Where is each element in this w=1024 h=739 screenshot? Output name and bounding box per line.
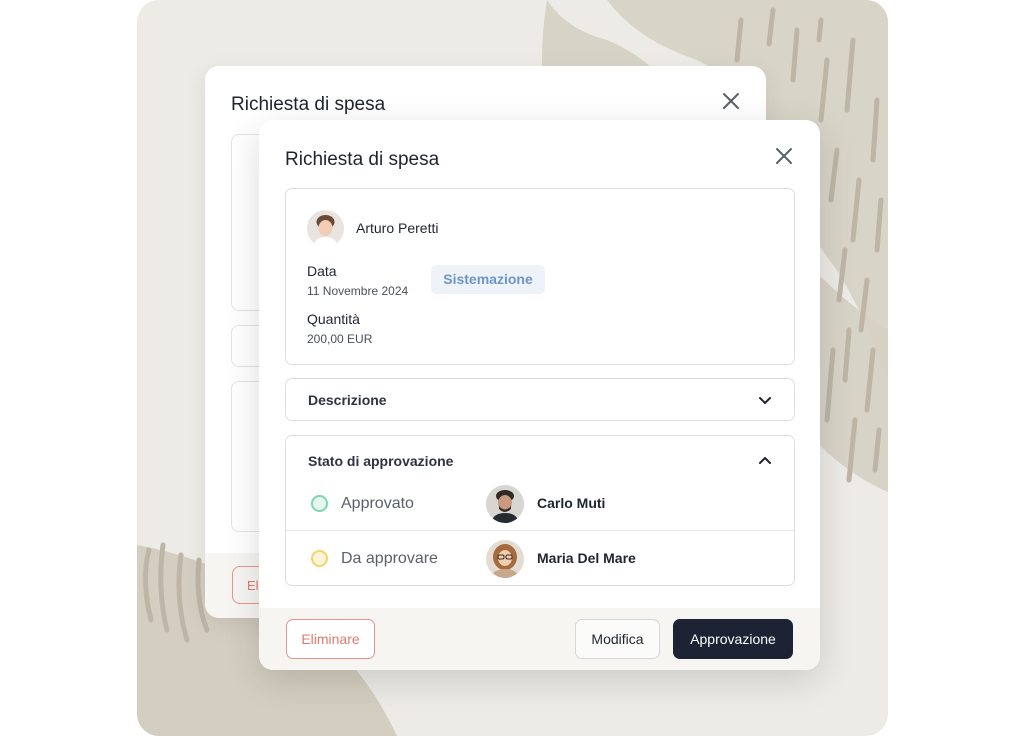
date-value: 11 Novembre 2024: [307, 284, 409, 298]
category-tag: Sistemazione: [431, 265, 545, 294]
close-icon[interactable]: [772, 144, 796, 168]
requester-name: Arturo Peretti: [356, 220, 439, 236]
approval-status-text: Da approvare: [341, 550, 438, 567]
back-modal-title: Richiesta di spesa: [231, 94, 386, 115]
avatar: [486, 540, 524, 578]
description-accordion[interactable]: Descrizione: [285, 378, 795, 421]
date-label: Data: [307, 263, 337, 279]
modal-title: Richiesta di spesa: [285, 149, 440, 170]
expense-request-modal: Richiesta di spesa Arturo Peretti Data 1…: [259, 120, 820, 670]
status-dot-pending: [311, 550, 328, 567]
avatar: [307, 210, 344, 247]
chevron-up-icon[interactable]: [757, 453, 773, 469]
approval-status-text: Approvato: [341, 495, 414, 512]
expense-details-card: Arturo Peretti Data 11 Novembre 2024 Sis…: [285, 188, 795, 365]
quantity-label: Quantità: [307, 311, 360, 327]
status-dot-approved: [311, 495, 328, 512]
approve-button[interactable]: Approvazione: [673, 619, 793, 659]
approver-name: Carlo Muti: [537, 495, 606, 511]
quantity-value: 200,00 EUR: [307, 332, 373, 346]
description-label: Descrizione: [308, 392, 387, 408]
approval-status-card: Stato di approvazione Approvato Carlo Mu…: [285, 435, 795, 586]
avatar: [486, 485, 524, 523]
chevron-down-icon[interactable]: [757, 392, 773, 408]
approver-name: Maria Del Mare: [537, 550, 636, 566]
delete-button[interactable]: Eliminare: [286, 619, 375, 659]
approval-status-label[interactable]: Stato di approvazione: [308, 453, 453, 469]
approval-row: Da approvare Maria Del Mare: [286, 530, 794, 584]
edit-button[interactable]: Modifica: [575, 619, 660, 659]
close-icon: [723, 93, 739, 109]
approval-row: Approvato Carlo Muti: [286, 476, 794, 530]
